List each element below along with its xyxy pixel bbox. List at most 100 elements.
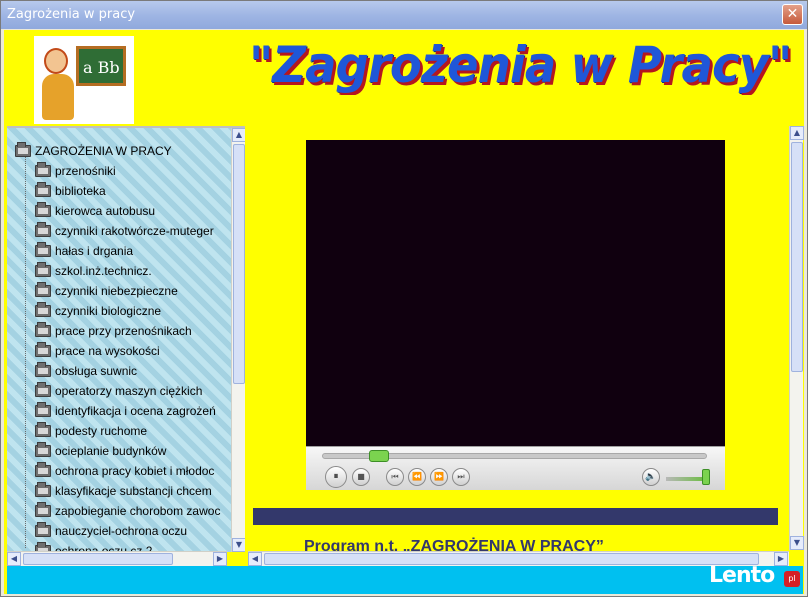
tree-item-label: czynniki biologiczne (55, 304, 162, 318)
page-title: "Zagrożenia w Pracy" (249, 36, 792, 94)
teacher-head-icon (44, 48, 68, 74)
tree-item[interactable]: zapobieganie chorobom zawoc (15, 501, 231, 521)
scroll-left-button[interactable]: ◀ (7, 552, 21, 566)
tree-item[interactable]: biblioteka (15, 181, 231, 201)
tree-item[interactable]: prace na wysokości (15, 341, 231, 361)
content-horizontal-scrollbar[interactable]: ◀ ▶ (248, 551, 789, 566)
chalkboard-icon: a Bb (76, 46, 126, 86)
folder-icon (35, 522, 51, 537)
tree-item-label: operatorzy maszyn ciężkich (55, 384, 203, 398)
status-strip (7, 566, 803, 594)
tree-item[interactable]: czynniki rakotwórcze-muteger (15, 221, 231, 241)
scroll-left-button[interactable]: ◀ (248, 552, 262, 566)
volume-slider[interactable] (666, 477, 706, 481)
program-caption: Program n.t. „ZAGROŻENIA W PRACY” (304, 538, 604, 552)
mute-button[interactable]: 🔈 (642, 468, 660, 486)
navigation-tree: ZAGROŻENIA W PRACY przenośniki biblioteka… (7, 126, 245, 552)
tree-item[interactable]: podesty ruchome (15, 421, 231, 441)
tree-item[interactable]: czynniki niebezpieczne (15, 281, 231, 301)
stop-button[interactable]: ■ (352, 468, 370, 486)
folder-icon (35, 262, 51, 277)
video-screen[interactable] (306, 140, 725, 446)
folder-icon (35, 362, 51, 377)
watermark-badge: pl (784, 571, 800, 587)
folder-icon (35, 482, 51, 497)
volume-handle[interactable] (702, 469, 710, 485)
title-bar[interactable]: Zagrożenia w pracy ✕ (1, 1, 807, 29)
seek-bar[interactable] (322, 450, 707, 462)
content-vertical-scrollbar[interactable]: ▲ ▼ (789, 126, 804, 550)
arrow-right-icon: ▶ (777, 554, 785, 563)
tree-item-label: czynniki niebezpieczne (55, 284, 178, 298)
fast-forward-icon: ⏩ (434, 472, 444, 481)
app-window: Zagrożenia w pracy ✕ a Bb "Zagrożenia w … (0, 0, 808, 597)
folder-icon (35, 302, 51, 317)
folder-icon (15, 142, 31, 157)
tree-vertical-scrollbar[interactable]: ▲ ▼ (231, 128, 245, 552)
banner-bar (253, 508, 778, 525)
scroll-down-button[interactable]: ▼ (232, 538, 245, 552)
arrow-right-icon: ▶ (216, 554, 224, 563)
tree-item[interactable]: kierowca autobusu (15, 201, 231, 221)
tree-item[interactable]: klasyfikacje substancji chcem (15, 481, 231, 501)
tree-item-label: klasyfikacje substancji chcem (55, 484, 212, 498)
scroll-down-button[interactable]: ▼ (790, 536, 804, 550)
scroll-thumb[interactable] (264, 553, 759, 565)
tree-item[interactable]: nauczyciel-ochrona oczu (15, 521, 231, 541)
tree-item[interactable]: przenośniki (15, 161, 231, 181)
speaker-icon: 🔈 (645, 472, 657, 482)
stop-icon: ■ (357, 472, 365, 481)
teacher-body-icon (42, 74, 74, 120)
scroll-thumb[interactable] (23, 553, 173, 565)
tree-item[interactable]: operatorzy maszyn ciężkich (15, 381, 231, 401)
folder-icon (35, 382, 51, 397)
tree-item-label: zapobieganie chorobom zawoc (55, 504, 221, 518)
tree-item-label: przenośniki (55, 164, 116, 178)
tree-item-label: ocieplanie budynków (55, 444, 167, 458)
tree-item[interactable]: ocieplanie budynków (15, 441, 231, 461)
tree-item-label: szkol.inż.technicz. (55, 264, 152, 278)
tree-root-label: ZAGROŻENIA W PRACY (35, 144, 172, 158)
fast-forward-button[interactable]: ⏩ (430, 468, 448, 486)
tree-item-label: obsługa suwnic (55, 364, 138, 378)
folder-icon (35, 242, 51, 257)
tree-item[interactable]: obsługa suwnic (15, 361, 231, 381)
chalkboard-text: a Bb (83, 58, 120, 77)
rewind-button[interactable]: ⏪ (408, 468, 426, 486)
tree-item[interactable]: identyfikacja i ocena zagrożeń (15, 401, 231, 421)
rewind-icon: ⏪ (412, 472, 422, 481)
tree-item-label: nauczyciel-ochrona oczu (55, 524, 188, 538)
tree-item[interactable]: szkol.inż.technicz. (15, 261, 231, 281)
close-button[interactable]: ✕ (782, 4, 803, 25)
close-icon: ✕ (786, 6, 799, 22)
scroll-thumb[interactable] (233, 144, 245, 384)
folder-icon (35, 342, 51, 357)
tree-item-label: prace przy przenośnikach (55, 324, 192, 338)
tree-item[interactable]: hałas i drgania (15, 241, 231, 261)
play-pause-button[interactable]: ⏸ (325, 466, 347, 488)
arrow-left-icon: ◀ (251, 554, 259, 563)
next-button[interactable]: ⏭ (452, 468, 470, 486)
scroll-up-button[interactable]: ▲ (790, 126, 804, 140)
teacher-logo: a Bb (34, 36, 134, 124)
previous-button[interactable]: ⏮ (386, 468, 404, 486)
tree-item-label: hałas i drgania (55, 244, 134, 258)
watermark-text: Lento (709, 563, 775, 588)
tree-item-label: podesty ruchome (55, 424, 148, 438)
tree-root[interactable]: ZAGROŻENIA W PRACY (15, 141, 231, 161)
scroll-up-button[interactable]: ▲ (232, 128, 245, 142)
client-area: a Bb "Zagrożenia w Pracy" ZAGROŻENIA W P… (4, 30, 804, 594)
tree-item-label: identyfikacja i ocena zagrożeń (55, 404, 216, 418)
scroll-right-button[interactable]: ▶ (774, 552, 788, 566)
tree-item[interactable]: czynniki biologiczne (15, 301, 231, 321)
folder-icon (35, 442, 51, 457)
arrow-down-icon: ▼ (793, 538, 801, 547)
window-title: Zagrożenia w pracy (7, 7, 136, 22)
scroll-thumb[interactable] (791, 142, 803, 372)
folder-icon (35, 462, 51, 477)
tree-horizontal-scrollbar[interactable]: ◀ ▶ (7, 551, 227, 566)
tree-item[interactable]: ochrona pracy kobiet i młodoc (15, 461, 231, 481)
tree-item[interactable]: prace przy przenośnikach (15, 321, 231, 341)
seek-handle[interactable] (369, 450, 389, 462)
scroll-right-button[interactable]: ▶ (213, 552, 227, 566)
